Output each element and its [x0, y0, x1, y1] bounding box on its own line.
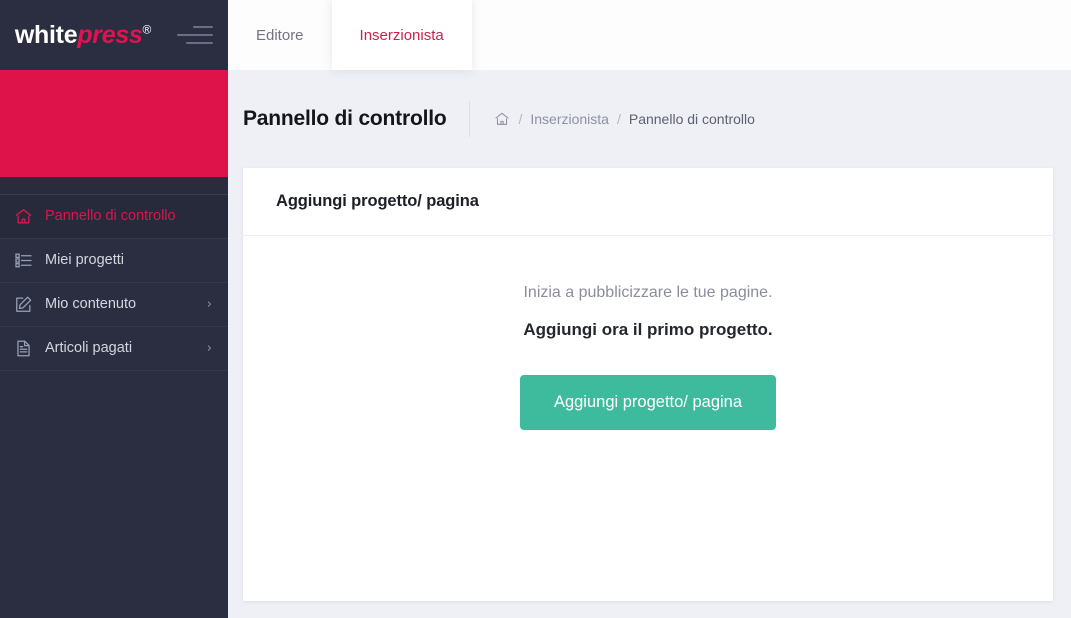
breadcrumb-separator: / [616, 111, 621, 127]
brand-header: whitepress® [0, 0, 228, 70]
hamburger-line-middle [177, 34, 214, 36]
hamburger-line-top [193, 26, 214, 28]
card-title: Aggiungi progetto/ pagina [276, 192, 479, 210]
page-header: Pannello di controllo / Inserzionista / … [228, 70, 1071, 168]
sidebar-nav-gap [0, 177, 228, 195]
edit-square-icon [12, 294, 34, 316]
page-title: Pannello di controllo [243, 107, 447, 130]
app-root: whitepress® Pannello di controllo Miei p… [0, 0, 1071, 618]
chevron-right-icon: › [206, 297, 212, 312]
breadcrumb-item-current: Pannello di controllo [628, 111, 755, 127]
content-area: Pannello di controllo / Inserzionista / … [228, 70, 1071, 618]
empty-state-prompt: Aggiungi ora il primo progetto. [523, 320, 773, 340]
home-icon [12, 206, 34, 228]
tab-label: Editore [256, 26, 304, 44]
sidebar: whitepress® Pannello di controllo Miei p… [0, 0, 228, 618]
sidebar-nav: Pannello di controllo Miei progetti Mio … [0, 194, 228, 371]
hamburger-line-bottom [186, 42, 214, 44]
add-project-card: Aggiungi progetto/ pagina Inizia a pubbl… [243, 168, 1053, 601]
logo-white-part: white [14, 20, 78, 49]
logo-registered-mark: ® [142, 22, 152, 37]
add-project-button[interactable]: Aggiungi progetto/ pagina [519, 374, 777, 430]
sidebar-item-pannello-di-controllo[interactable]: Pannello di controllo [0, 194, 228, 239]
home-icon[interactable] [494, 111, 510, 127]
card-body: Inizia a pubblicizzare le tue pagine. Ag… [243, 236, 1053, 430]
document-icon [12, 338, 34, 360]
sidebar-item-label: Articoli pagati [45, 340, 133, 357]
topbar-spacer [471, 0, 1071, 70]
sidebar-item-label: Miei progetti [45, 252, 124, 269]
sidebar-item-articoli-pagati[interactable]: Articoli pagati › [0, 326, 228, 371]
sidebar-item-label: Pannello di controllo [45, 208, 176, 225]
header-divider [469, 101, 471, 137]
tab-editore[interactable]: Editore [228, 0, 332, 70]
empty-state-lead: Inizia a pubblicizzare le tue pagine. [523, 284, 773, 301]
sidebar-item-mio-contenuto[interactable]: Mio contenuto › [0, 282, 228, 327]
breadcrumb-item-inserzionista[interactable]: Inserzionista [530, 111, 609, 127]
sidebar-item-miei-progetti[interactable]: Miei progetti [0, 238, 228, 283]
breadcrumb: / Inserzionista / Pannello di controllo [494, 111, 755, 127]
logo-press-part: press [77, 20, 143, 49]
hamburger-icon[interactable] [177, 24, 214, 46]
sidebar-red-banner [0, 70, 228, 177]
whitepress-logo[interactable]: whitepress® [14, 20, 152, 49]
tab-label: Inserzionista [359, 26, 444, 44]
chevron-right-icon: › [206, 341, 212, 356]
card-header: Aggiungi progetto/ pagina [243, 168, 1053, 236]
sidebar-item-label: Mio contenuto [45, 296, 137, 313]
top-tab-bar: Editore Inserzionista [228, 0, 1071, 70]
breadcrumb-separator: / [518, 111, 523, 127]
tab-inserzionista[interactable]: Inserzionista [331, 0, 472, 70]
list-icon [12, 250, 34, 272]
